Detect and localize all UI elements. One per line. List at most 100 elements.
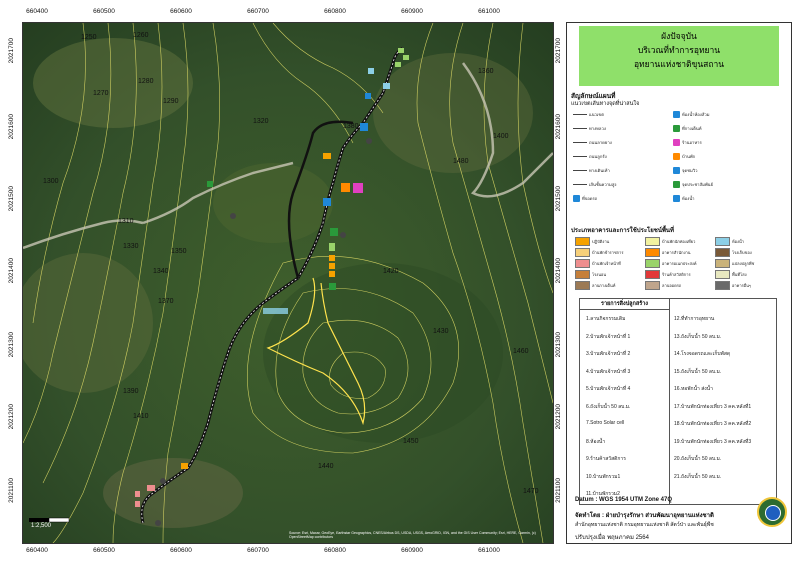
- parking-icon: [360, 123, 368, 131]
- table-row: 20.ถังเก็บน้ำ 50 ลบ.ม.: [674, 456, 722, 462]
- contour-label: 1310: [118, 218, 134, 225]
- building-south: [147, 485, 155, 491]
- updated-label: ปรับปรุงเมื่อ พฤษภาคม 2564: [575, 535, 649, 541]
- y-tick-right: 2021200: [555, 404, 562, 430]
- landuse-label: อาคารสำนักงาน: [662, 250, 691, 255]
- table-divider: [669, 299, 670, 504]
- org-label: สำนักอุทยานแห่งชาติ กรมอุทยานแห่งชาติ สั…: [575, 522, 714, 528]
- table-row: 10.บ้านพักรวม1: [586, 473, 621, 480]
- logo-emblem: [765, 505, 781, 521]
- building-staff: [329, 263, 335, 269]
- contour-label: 1420: [383, 268, 399, 275]
- x-tick-top: 661000: [478, 8, 500, 15]
- water-tank-icon: [340, 232, 346, 238]
- symbol-icon: [673, 167, 680, 174]
- map-canvas[interactable]: 1250 1260 1270 1280 1290 1300 1310 1320 1330 1340…: [23, 23, 553, 543]
- line-swatch: [573, 156, 587, 157]
- table-row: 15.ถังเก็บน้ำ 50 ลบ.ม.: [674, 368, 722, 375]
- x-tick-bottom: 660700: [247, 547, 269, 554]
- scale-label: 1:2,500: [31, 523, 52, 529]
- contour-label: 1330: [123, 243, 139, 250]
- x-tick-bottom: 660800: [324, 547, 346, 554]
- landuse-swatch: [645, 259, 660, 268]
- table-row: 14.โรงจอดรถและเก็บพัสดุ: [674, 351, 731, 357]
- symbol-label: เส้นชั้นความสูง: [589, 182, 617, 187]
- symbol-label: ร้านอาหาร: [682, 140, 702, 145]
- symbol-label: จุดประชาสัมพันธ์: [682, 182, 714, 187]
- table-row: 7.Sotro Solar cell: [586, 420, 625, 426]
- made-by-label: จัดทำโดย : ฝ่ายบำรุงรักษา ส่วนพัฒนาอุทยา…: [575, 513, 714, 519]
- symbol-legend-item: จุดประชาสัมพันธ์: [673, 181, 713, 188]
- landuse-legend-item: อาคารสำนักงาน: [645, 248, 691, 257]
- symbol-legend-item: ที่กางเต็นท์: [673, 125, 701, 132]
- building-camp: [263, 308, 288, 314]
- y-tick-left: 2021200: [8, 404, 15, 430]
- landuse-swatch: [645, 270, 660, 279]
- water-tank-icon: [230, 213, 236, 219]
- landuse-legend-item: ห้องน้ำ: [715, 237, 744, 246]
- contour-label: 1390: [123, 388, 139, 395]
- landuse-legend-item: ลานกางเต็นท์: [575, 281, 615, 290]
- camp-icon: [330, 228, 338, 236]
- landuse-label: แปลงปลูกพืช: [732, 261, 755, 266]
- table-row: 19.บ้านพักนักท่องเที่ยว 3 คค.หลังที่3: [674, 438, 752, 445]
- symbol-legend-item: ห้องน้ำห้องส้วม: [673, 111, 710, 118]
- landuse-label: โรงนอน: [592, 272, 607, 277]
- landuse-label: บ้านพักข้าราชการ: [592, 250, 624, 255]
- symbol-label: ถนนลูกรัง: [589, 154, 607, 159]
- line-swatch: [573, 142, 587, 143]
- landuse-label: พื้นที่โล่ง: [732, 272, 747, 277]
- x-tick-bottom: 660900: [401, 547, 423, 554]
- symbol-legend-item: ที่จอดรถ: [573, 195, 597, 202]
- map-title: ผังปัจจุบัน บริเวณที่ทำการอุทยาน อุทยานแ…: [579, 26, 779, 86]
- landuse-swatch: [575, 281, 590, 290]
- department-logo: [757, 497, 787, 527]
- y-tick-right: 2021300: [555, 332, 562, 358]
- symbol-label: ทางเดินเท้า: [589, 168, 610, 173]
- y-tick-left: 2021400: [8, 258, 15, 284]
- building-staff: [329, 255, 335, 261]
- landuse-legend-item: ร้านค้าสวัสดิการ: [645, 270, 691, 279]
- clearing-patch: [373, 53, 533, 173]
- symbol-label: จุดชมวิว: [682, 168, 698, 173]
- symbol-icon: [573, 195, 580, 202]
- landuse-legend-item: บ้านพักข้าราชการ: [575, 248, 623, 257]
- landuse-label: ร้านค้าสวัสดิการ: [662, 272, 691, 277]
- x-tick-bottom: 660600: [170, 547, 192, 554]
- symbol-legend-item: ถนนลาดยาง: [573, 139, 612, 146]
- landuse-label: บ้านพักนักท่องเที่ยว: [662, 239, 696, 244]
- symbol-label: ทางหลวง: [589, 126, 606, 131]
- landuse-legend-item: บ้านพักนักท่องเที่ยว: [645, 237, 695, 246]
- contour-label: 1460: [513, 348, 529, 355]
- symbols-subheading: แนวเขตเส้นทางจุดที่น่าสนใจ: [571, 101, 640, 107]
- x-tick-top: 660600: [170, 8, 192, 15]
- building-south: [181, 463, 188, 469]
- x-tick-top: 660500: [93, 8, 115, 15]
- symbol-legend-item: เส้นชั้นความสูง: [573, 181, 616, 188]
- building-shop: [353, 183, 363, 193]
- symbol-legend-item: ถนนลูกรัง: [573, 153, 607, 160]
- contour-label: 1340: [153, 268, 169, 275]
- clearing-patch: [103, 458, 243, 528]
- landuse-label: บ้านพักเจ้าหน้าที่: [592, 261, 621, 266]
- landuse-legend-item: แปลงปลูกพืช: [715, 259, 754, 268]
- datum-label: Datum : WGS 1954 UTM Zone 47Q: [575, 497, 673, 503]
- symbol-icon: [673, 181, 680, 188]
- table-row: 8.ห้องน้ำ: [586, 438, 606, 445]
- contour-label: 1430: [433, 328, 449, 335]
- x-tick-top: 660800: [324, 8, 346, 15]
- building-restroom: [383, 83, 390, 89]
- restroom-icon: [365, 93, 371, 99]
- water-tank-icon: [155, 520, 161, 526]
- landuse-swatch: [645, 237, 660, 246]
- map-frame[interactable]: 1250 1260 1270 1280 1290 1300 1310 1320 1330 1340…: [22, 22, 554, 544]
- x-tick-bottom: 661000: [478, 547, 500, 554]
- scale-bar: [29, 517, 70, 523]
- contour-label: 1360: [478, 68, 494, 75]
- y-tick-left: 2021100: [8, 478, 15, 503]
- landuse-swatch: [575, 237, 590, 246]
- landuse-label: ห้องน้ำ: [732, 239, 744, 244]
- building-staff: [329, 243, 335, 251]
- clearing-patch: [33, 38, 193, 128]
- symbol-legend-item: ร้านอาหาร: [673, 139, 702, 146]
